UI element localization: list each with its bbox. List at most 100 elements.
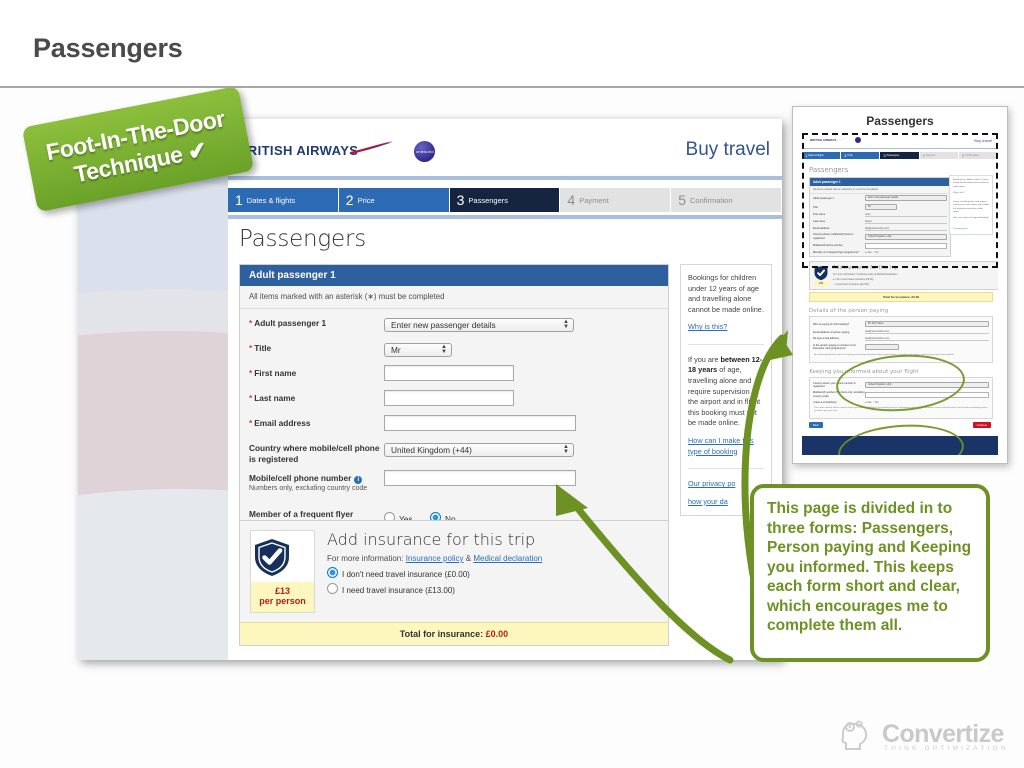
insurance-option-decline[interactable]: I don't need travel insurance (£0.00) (327, 567, 658, 579)
travel-insurance-card: £13 per person Add insurance for this tr… (239, 520, 669, 646)
help-divider (688, 343, 764, 345)
field-label: * First name (249, 368, 297, 378)
mini-field-row: Mobile/cell phone number (810, 241, 950, 250)
step-number: 1 (235, 192, 243, 208)
mini-header: BRITISH AIRWAYS Buy travel (802, 133, 998, 148)
header-rule-bottom (228, 215, 782, 219)
step-passengers[interactable]: 3 Passengers (449, 188, 561, 212)
mini-panel-title: Adult passenger 1 (810, 178, 950, 186)
brain-gear-icon (841, 720, 868, 750)
field-label: * Email address (249, 418, 311, 428)
field-label: * Title (249, 343, 272, 353)
mini-field-row: Email address of person paying test@conv… (810, 329, 992, 336)
info-icon[interactable]: i (354, 476, 363, 485)
step-payment[interactable]: 4 Payment (560, 188, 672, 212)
select-value: Mr (391, 345, 401, 355)
last-name-input[interactable] (384, 390, 514, 406)
field-label: Country where mobile/cell phone is regis… (249, 443, 380, 464)
step-number: 4 (567, 192, 576, 208)
british-airways-logo[interactable]: BRITISH AIRWAYS (238, 143, 358, 158)
field-row-title: * Title Mr ▲ ▼ (240, 337, 668, 362)
insurance-price-unit: per person (259, 596, 306, 607)
radio-icon[interactable] (327, 583, 338, 594)
select-value: United Kingdom (+44) (391, 445, 472, 455)
ba-page: BRITISH AIRWAYS oneworld Buy travel 1 Da… (228, 119, 782, 660)
field-hint: Numbers only, excluding country code (249, 485, 368, 493)
mini-ba-logo: BRITISH AIRWAYS (810, 138, 837, 142)
mini-back-button: Back (809, 422, 823, 429)
mini-step-1: 1 Dates & flights (802, 152, 842, 159)
shield-check-icon (255, 539, 289, 576)
mini-step-2: 2 Price (841, 152, 881, 159)
mini-legal-text: By continuing with this request to book … (814, 353, 955, 356)
form-panel-title: Adult passenger 1 (240, 265, 668, 286)
step-number: 5 (678, 192, 686, 208)
step-label: Dates & flights (246, 195, 296, 205)
mini-footer (802, 436, 998, 455)
step-label: Passengers (468, 195, 508, 205)
first-name-input[interactable] (384, 365, 514, 381)
mini-step-3: 3 Passengers (880, 152, 920, 159)
insurance-option-accept[interactable]: I need travel insurance (£13.00) (327, 583, 658, 595)
buy-travel-link[interactable]: Buy travel (686, 139, 770, 161)
adult-passenger-select[interactable]: Enter new passenger details ▲ ▼ (384, 318, 574, 332)
mini-keeping-informed-heading: Keeping you informed about your flight (809, 368, 919, 375)
mini-steps: 1 Dates & flights 2 Price 3 Passengers 4 Pay… (802, 152, 998, 159)
step-dates-flights[interactable]: 1 Dates & flights (228, 188, 339, 212)
insurance-total-value: £0.00 (485, 628, 509, 639)
mini-field-row: Country where your phone number is regis… (810, 381, 992, 390)
step-label: Payment (579, 195, 609, 205)
mini-legal-text-2: The contact details will be used to cont… (814, 407, 988, 413)
step-number: 2 (345, 192, 354, 208)
mini-shield-check-icon (814, 266, 828, 281)
content-heading: Passengers (239, 226, 367, 252)
mini-field-row: Member of a frequent flyer programme? ● … (813, 251, 879, 255)
email-input[interactable] (384, 415, 576, 431)
page-content: Passengers Adult passenger 1 All items m… (228, 220, 782, 660)
how-to-book-link[interactable]: How can I make this type of booking (688, 436, 764, 457)
mini-continue-button: Continue (972, 422, 991, 429)
insurance-policy-link[interactable]: Insurance policy (406, 554, 464, 563)
mini-field-row: Last name Stone (810, 218, 950, 225)
site-header: BRITISH AIRWAYS oneworld Buy travel (228, 119, 782, 180)
mini-body: Passengers Adult passenger 1 All items m… (802, 159, 998, 455)
mini-heading: Passengers (809, 166, 849, 174)
phone-country-select[interactable]: United Kingdom (+44) ▲ ▼ (384, 443, 574, 457)
mini-buy-travel: Buy travel (974, 138, 992, 143)
decorative-wave-background (78, 119, 228, 660)
page-title: Passengers (33, 33, 183, 63)
mini-insurance-card: £13 Add insurance for this trip For more… (809, 260, 998, 290)
checkmark-icon: ✔ (185, 136, 210, 166)
radio-icon-selected[interactable] (327, 567, 338, 578)
insurance-heading: Add insurance for this trip (327, 530, 536, 549)
why-is-this-link[interactable]: Why is this? (688, 322, 764, 333)
step-price[interactable]: 2 Price (338, 188, 450, 212)
medical-declaration-link[interactable]: Medical declaration (473, 554, 542, 563)
mini-field-row: Re-type email address test@convertize.co… (810, 336, 992, 343)
speedmarque-icon (349, 141, 393, 154)
adult-passenger-form: Adult passenger 1 All items marked with … (239, 264, 669, 543)
mini-field-row: Mobile/cell number (Numbers only, exclud… (810, 390, 992, 399)
field-label: Mobile/cell phone number i Numbers only, … (249, 470, 384, 494)
mini-field-row: Is the person paying a member of our Exe… (810, 342, 992, 351)
insurance-price: £13 (274, 586, 291, 596)
field-row-mobile-number: Mobile/cell phone number i Numbers only, … (240, 467, 668, 497)
mini-keeping-informed-form: Country where your phone number is regis… (809, 376, 993, 420)
required-fields-note: All items marked with an asterisk (∗) mu… (240, 286, 668, 309)
step-label: Confirmation (689, 195, 733, 205)
field-row-adult-passenger: * Adult passenger 1 Enter new passenger d… (240, 312, 668, 337)
chevron-updown-icon: ▲ ▼ (441, 343, 447, 355)
chevron-updown-icon: ▲ ▼ (563, 318, 569, 330)
mini-insurance-total: Total for insurance: £0.00 (809, 291, 993, 302)
full-page-thumbnail-panel: Passengers BRITISH AIRWAYS Buy travel 1D… (792, 106, 1008, 464)
title-select[interactable]: Mr ▲ ▼ (384, 343, 452, 357)
mini-required-note: All items marked with an asterisk (∗) mu… (810, 186, 950, 194)
help-sidebar: Bookings for children under 12 years of … (680, 264, 772, 517)
mini-field-row: Who is paying for this booking? Mr John … (810, 320, 992, 329)
mobile-number-input[interactable] (384, 470, 576, 487)
step-confirmation[interactable]: 5 Confirmation (671, 188, 782, 212)
mini-field-row: Title Mr (810, 203, 950, 212)
help-divider-2 (688, 468, 764, 470)
field-row-email: * Email address (240, 412, 668, 437)
mini-button-row: Back Continue (809, 422, 991, 431)
